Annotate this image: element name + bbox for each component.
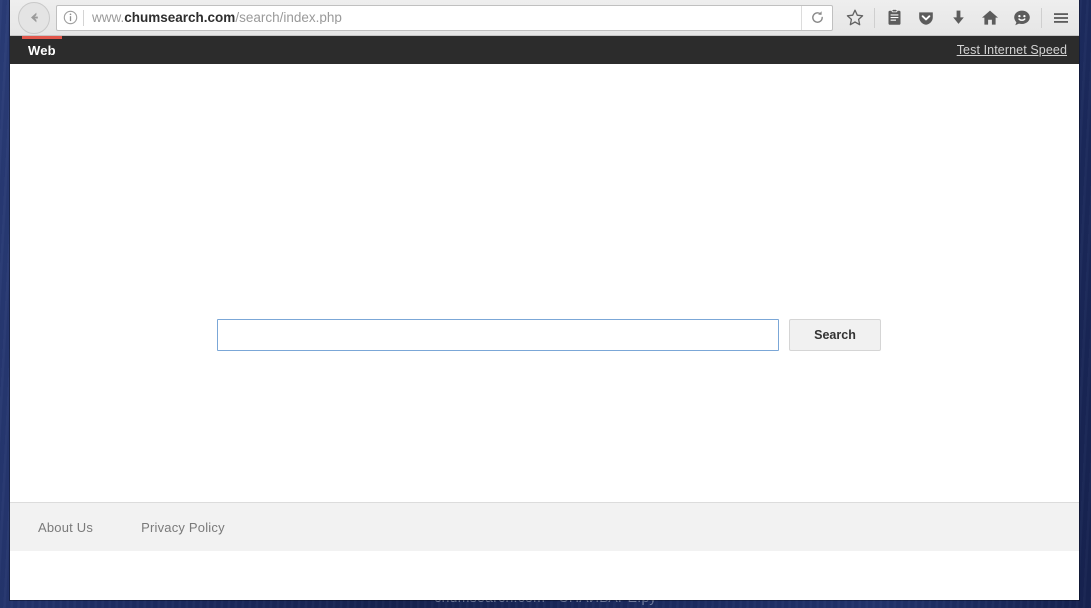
browser-window: www.chumsearch.com/search/index.php Web … [10,0,1079,600]
test-internet-speed-link[interactable]: Test Internet Speed [957,43,1067,57]
chat-smiley-icon[interactable] [1006,3,1038,33]
search-input[interactable] [217,319,779,351]
footer-link-about-us[interactable]: About Us [38,520,93,535]
reader-list-icon[interactable] [878,3,910,33]
pocket-shield-icon[interactable] [910,3,942,33]
toolbar-icon-group [839,0,1077,35]
tab-web[interactable]: Web [10,36,74,64]
search-form: Search [10,319,1079,351]
page-content: Search About Us Privacy Policy [10,64,1079,551]
bookmark-star-icon[interactable] [839,3,871,33]
url-divider [83,9,84,26]
url-host: chumsearch.com [124,10,236,25]
downloads-arrow-icon[interactable] [942,3,974,33]
site-header: Web Test Internet Speed [10,36,1079,64]
address-bar[interactable]: www.chumsearch.com/search/index.php [56,4,833,31]
tab-web-label: Web [28,42,56,58]
url-prefix: www. [92,10,125,25]
tab-active-accent [22,36,62,39]
browser-toolbar: www.chumsearch.com/search/index.php [10,0,1079,36]
url-path: /search/index.php [235,10,342,25]
reload-button[interactable] [801,5,832,30]
toolbar-divider [874,7,875,28]
info-icon[interactable] [57,10,83,25]
url-text: www.chumsearch.com/search/index.php [92,11,801,25]
page-footer: About Us Privacy Policy [10,502,1079,551]
home-icon[interactable] [974,3,1006,33]
back-button[interactable] [18,1,50,34]
footer-link-privacy-policy[interactable]: Privacy Policy [141,520,225,535]
search-button[interactable]: Search [789,319,881,351]
menu-hamburger-icon[interactable] [1045,3,1077,33]
toolbar-divider-2 [1041,7,1042,28]
